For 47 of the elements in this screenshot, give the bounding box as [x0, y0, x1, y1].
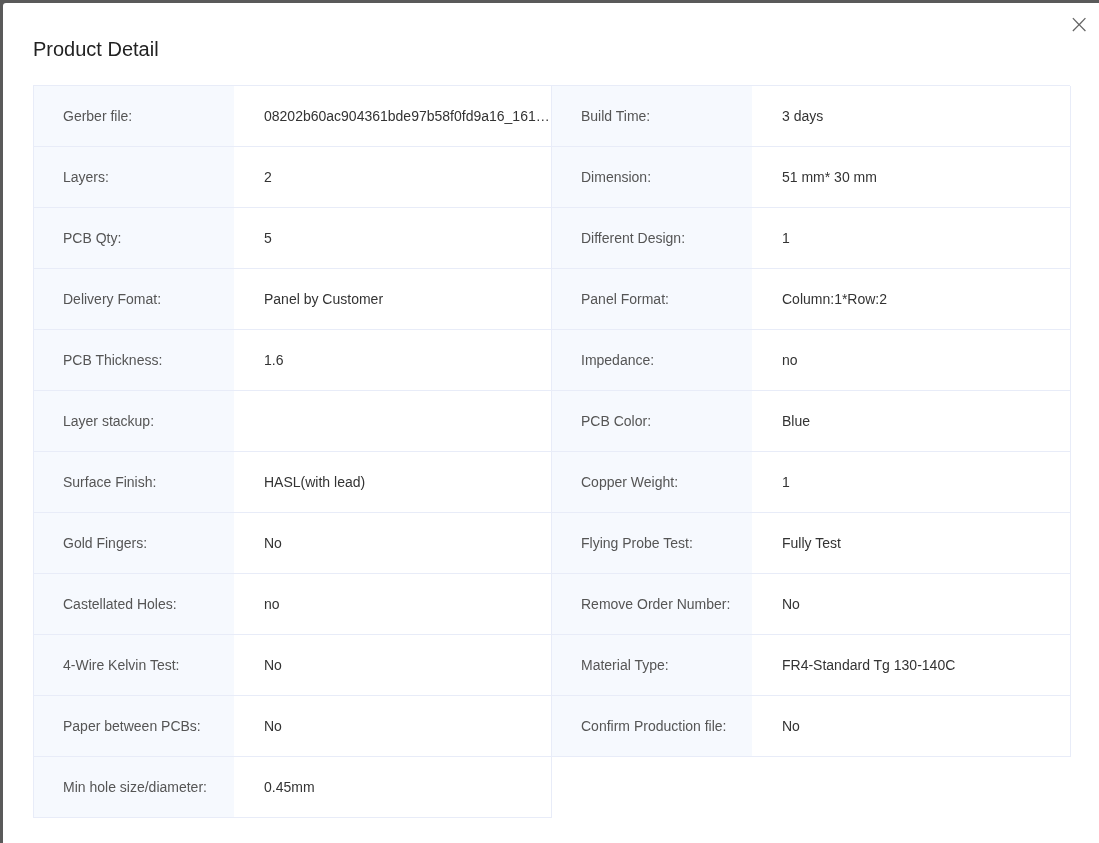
field-label: Material Type: [581, 657, 669, 673]
field-label: Gold Fingers: [63, 535, 148, 551]
field-label: Dimension: [581, 169, 652, 185]
field-label: Surface Finish: [63, 474, 157, 490]
field-value: No [782, 718, 800, 734]
field-label: Build Time: [581, 108, 651, 124]
field-label: Flying Probe Test: [581, 535, 693, 551]
field-label: Paper between PCBs: [63, 718, 201, 734]
field-value: HASL(with lead) [264, 474, 366, 490]
field-label: 4-Wire Kelvin Test: [63, 657, 180, 673]
field-label: Different Design: [581, 230, 685, 246]
field-value: 0.45mm [264, 779, 315, 795]
field-value: 51 mm* 30 mm [782, 169, 877, 185]
field-label: PCB Qty: [63, 230, 122, 246]
field-value: Column:1*Row:2 [782, 291, 888, 307]
field-label: Delivery Fomat: [63, 291, 162, 307]
field-value: Blue [782, 413, 811, 429]
field-label: Confirm Production file: [581, 718, 727, 734]
field-value: No [782, 596, 800, 612]
field-value: 3 days [782, 108, 824, 124]
field-value: Fully Test [782, 535, 841, 551]
field-value: no [782, 352, 798, 368]
field-value: 5 [264, 230, 272, 246]
field-label: Min hole size/diameter: [63, 779, 207, 795]
field-label: Layers: [63, 169, 109, 185]
field-label: Copper Weight: [581, 474, 678, 490]
field-value: 08202b60ac904361bde97b58f0fd9a16_161… [264, 108, 550, 124]
field-value: 1 [782, 230, 790, 246]
field-label: Layer stackup: [63, 413, 155, 429]
field-value: No [264, 657, 282, 673]
field-label: Panel Format: [581, 291, 669, 307]
close-button[interactable]: × [1065, 11, 1093, 37]
field-value: No [264, 535, 282, 551]
field-label: PCB Color: [581, 413, 652, 429]
dialog-title: Product Detail [33, 38, 159, 61]
field-label: Gerber file: [63, 108, 133, 124]
field-label: Castellated Holes: [63, 596, 177, 612]
field-label: PCB Thickness: [63, 352, 163, 368]
field-value: 1 [782, 474, 790, 490]
field-label: Impedance: [581, 352, 655, 368]
field-value: Panel by Customer [264, 291, 384, 307]
field-value: no [264, 596, 280, 612]
field-label: Remove Order Number: [581, 596, 731, 612]
field-value: No [264, 718, 282, 734]
field-value: 1.6 [264, 352, 284, 368]
field-value: 2 [264, 169, 272, 185]
field-value: FR4-Standard Tg 130-140C [782, 657, 956, 673]
